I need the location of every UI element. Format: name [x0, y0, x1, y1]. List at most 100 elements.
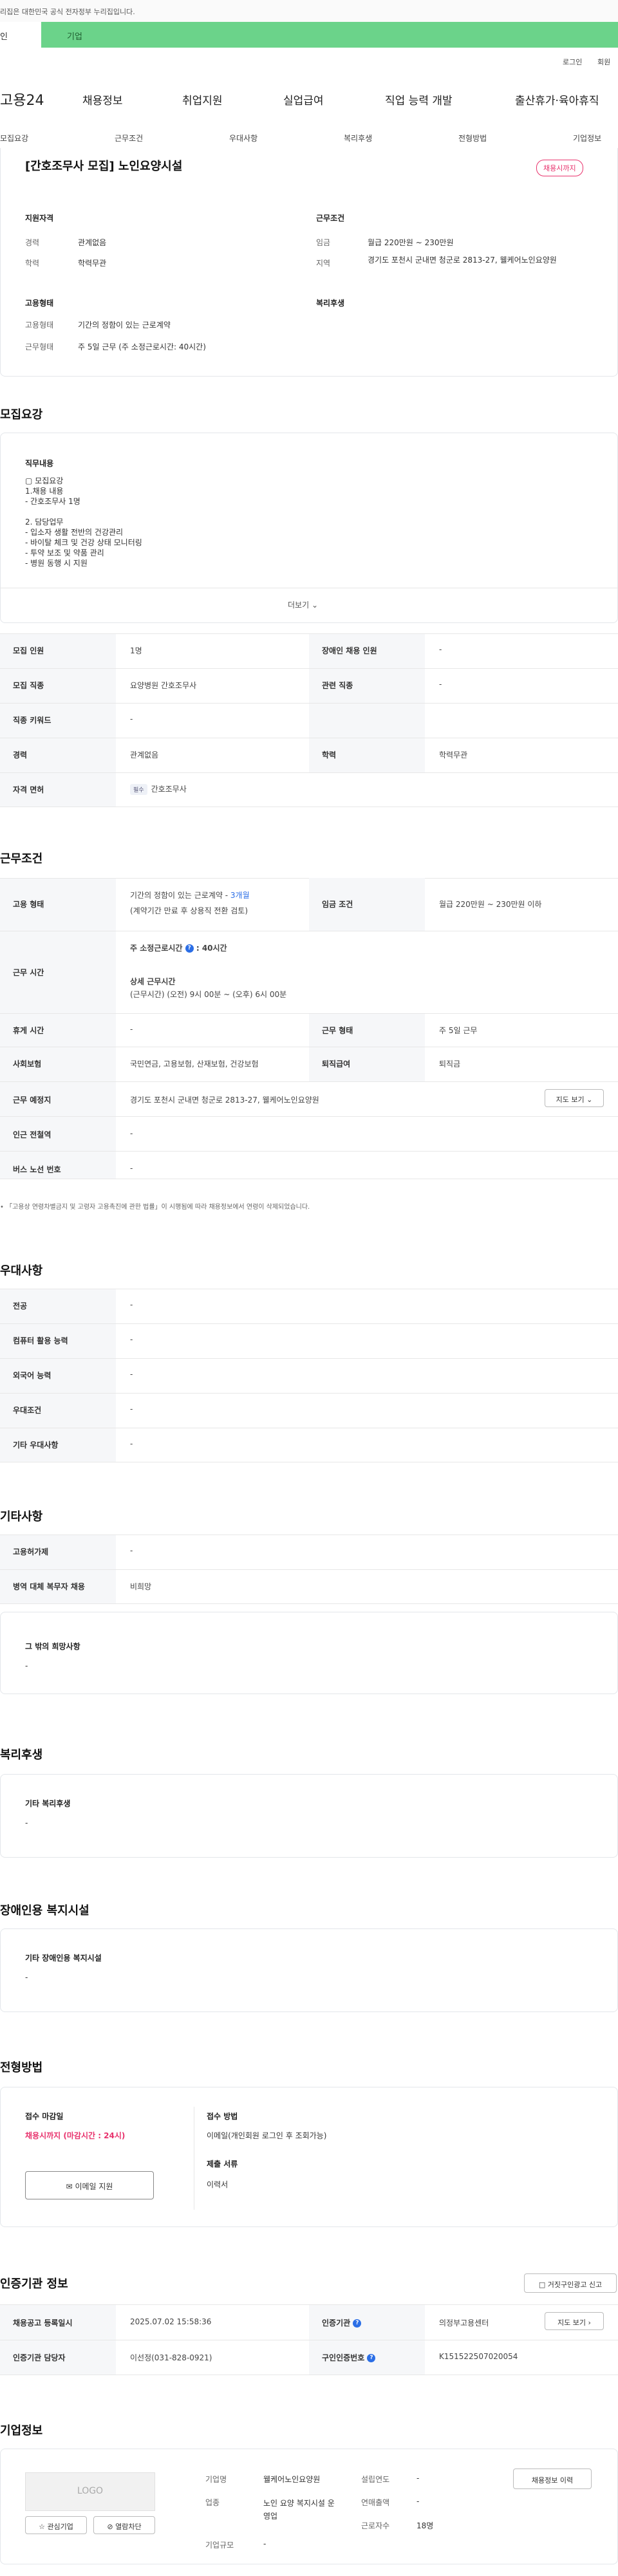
military-label: 병역 대체 복무자 채용: [13, 1582, 85, 1591]
detail-hours-heading: 상세 근무시간: [130, 977, 176, 986]
agency-map-button[interactable]: 지도 보기 ›: [545, 2312, 604, 2330]
industry-label: 업종: [205, 2498, 220, 2507]
education-value: 학력무관: [78, 259, 107, 268]
info-icon[interactable]: ?: [367, 2354, 376, 2362]
nav-item-unemployment[interactable]: 실업급여: [283, 91, 324, 107]
report-fake-ad-label: 거짓구인광고 신고: [547, 2281, 603, 2289]
info-icon[interactable]: ?: [185, 944, 194, 953]
row-divider: [0, 668, 618, 669]
info-icon[interactable]: ?: [353, 2319, 362, 2328]
career-value: 관계없음: [78, 238, 107, 247]
row-divider: [0, 2304, 618, 2305]
map-view-button[interactable]: 지도 보기 ⌄: [545, 1089, 604, 1107]
block-icon: ⊘: [107, 2523, 113, 2531]
revenue-value: -: [417, 2497, 420, 2506]
row-divider: [0, 772, 618, 773]
note-bullet-icon: •: [0, 1204, 6, 1211]
more-button[interactable]: 더보기 ⌄: [288, 599, 318, 610]
preference-cond-value: -: [130, 1405, 133, 1414]
documents-value: 이력서: [207, 2180, 229, 2189]
star-icon: ☆: [39, 2523, 45, 2531]
row-divider: [0, 633, 618, 634]
chevron-down-icon: ⌄: [311, 601, 319, 610]
nav-item-training[interactable]: 직업 능력 개발: [385, 91, 453, 107]
signup-link[interactable]: 회원: [597, 57, 610, 67]
severance-label: 퇴직급여: [322, 1059, 351, 1069]
tab-individual[interactable]: 인: [0, 22, 41, 48]
email-apply-button[interactable]: ✉ 이메일 지원: [25, 2171, 154, 2199]
welfare-card: 기타 복리후생 -: [0, 1774, 618, 1858]
subway-value: -: [130, 1129, 133, 1138]
nav-item-employment-support[interactable]: 취업지원: [182, 91, 223, 107]
anchor-conditions[interactable]: 근무조건: [115, 133, 143, 144]
disabled-facility-section-title: 장애인용 복지시설: [0, 1904, 89, 1918]
edu-req-label: 학력: [322, 751, 337, 760]
login-link[interactable]: 로그인: [563, 57, 582, 67]
workplace-label: 근무 예정지: [13, 1096, 52, 1105]
anchor-company[interactable]: 기업정보: [573, 133, 601, 144]
main-nav: 고용24 채용정보 취업지원 실업급여 직업 능력 개발 출산휴가·육아휴직: [0, 84, 618, 116]
company-name-label: 기업명: [205, 2475, 227, 2484]
agency-map-label: 지도 보기: [557, 2319, 586, 2327]
other-wishes-value: -: [25, 1661, 28, 1670]
wage-condition-value: 월급 220만원 ~ 230만원 이하: [439, 900, 542, 909]
bus-value: -: [130, 1164, 133, 1173]
report-fake-ad-button[interactable]: □ 거짓구인광고 신고: [524, 2273, 617, 2293]
work-permit-label: 고용허가제: [13, 1547, 49, 1556]
job-keyword-label: 직종 키워드: [13, 716, 52, 725]
documents-heading: 제출 서류: [207, 2160, 238, 2169]
weekly-hours-label: 주 소정근로시간: [130, 944, 183, 953]
wage-value: 월급 220만원 ~ 230만원: [368, 238, 454, 247]
license-value-wrap: 필수 간호조무사: [130, 783, 187, 795]
site-logo[interactable]: 고용24: [0, 89, 44, 109]
selection-section-title: 전형방법: [0, 2061, 43, 2075]
nav-item-parental-leave[interactable]: 출산휴가·육아휴직: [515, 91, 599, 107]
job-content-body: ▢ 모집요강 1.채용 내용 - 간호조무사 1명 2. 담당업무 - 입소자 …: [25, 476, 142, 568]
other-wishes-heading: 그 밖의 희망사항: [25, 1642, 80, 1651]
tab-company[interactable]: 기업: [67, 30, 82, 42]
work-type-label: 근무 형태: [322, 1026, 353, 1035]
company-section-title: 기업정보: [0, 2424, 43, 2438]
license-label: 자격 면허: [13, 785, 44, 794]
computer-skill-value: -: [130, 1335, 133, 1344]
nav-item-jobs[interactable]: 채용정보: [82, 91, 123, 107]
related-job-label: 관련 직종: [322, 681, 353, 690]
employment-type-heading: 고용형태: [25, 299, 54, 308]
favorite-company-label: 관심기업: [47, 2523, 73, 2531]
favorite-company-button[interactable]: ☆ 관심기업: [25, 2516, 87, 2534]
anchor-recruit[interactable]: 모집요강: [0, 133, 28, 144]
revenue-label: 연매출액: [361, 2498, 390, 2507]
mail-icon: ✉: [66, 2182, 73, 2191]
area-label: 지역: [316, 259, 331, 268]
company-size-value: -: [263, 2539, 267, 2548]
preference-section-title: 우대사항: [0, 1264, 43, 1278]
wage-label: 임금: [316, 238, 331, 247]
welfare-heading: 복리후생: [316, 299, 345, 308]
table-label-cell: [309, 1014, 425, 1081]
row-divider: [0, 1081, 618, 1082]
recruit-job-value: 요양병원 간호조무사: [130, 681, 197, 690]
recruit-count-value: 1명: [130, 646, 142, 655]
related-job-value: -: [439, 680, 442, 689]
chevron-right-icon: ›: [588, 2319, 591, 2327]
rest-time-value: -: [130, 1025, 133, 1034]
anchor-preference[interactable]: 우대사항: [229, 133, 258, 144]
anchor-selection[interactable]: 전형방법: [458, 133, 487, 144]
deadline-badge: 채용시까지: [536, 160, 583, 176]
hiring-history-button[interactable]: 채용정보 이력: [513, 2469, 592, 2489]
severance-value: 퇴직금: [439, 1059, 461, 1069]
anchor-welfare[interactable]: 복리후생: [344, 133, 372, 144]
agency-manager-value: 이선정(031-828-0921): [130, 2353, 212, 2362]
welfare-other-value: -: [25, 1818, 28, 1827]
work-pattern-label: 근무형태: [25, 342, 54, 351]
insurance-label: 사회보험: [13, 1059, 42, 1069]
other-wishes-card: 그 밖의 희망사항 -: [0, 1612, 618, 1694]
employees-value: 18명: [417, 2521, 434, 2530]
contract-months: 3개월: [230, 891, 250, 900]
disabled-facility-value: -: [25, 1973, 28, 1982]
block-view-button[interactable]: ⊘ 열람차단: [93, 2516, 155, 2534]
conditions-section-title: 근무조건: [0, 852, 43, 866]
registered-label: 채용공고 등록일시: [13, 2319, 73, 2328]
rest-time-label: 휴게 시간: [13, 1026, 44, 1035]
welfare-other-heading: 기타 복리후생: [25, 1799, 71, 1808]
